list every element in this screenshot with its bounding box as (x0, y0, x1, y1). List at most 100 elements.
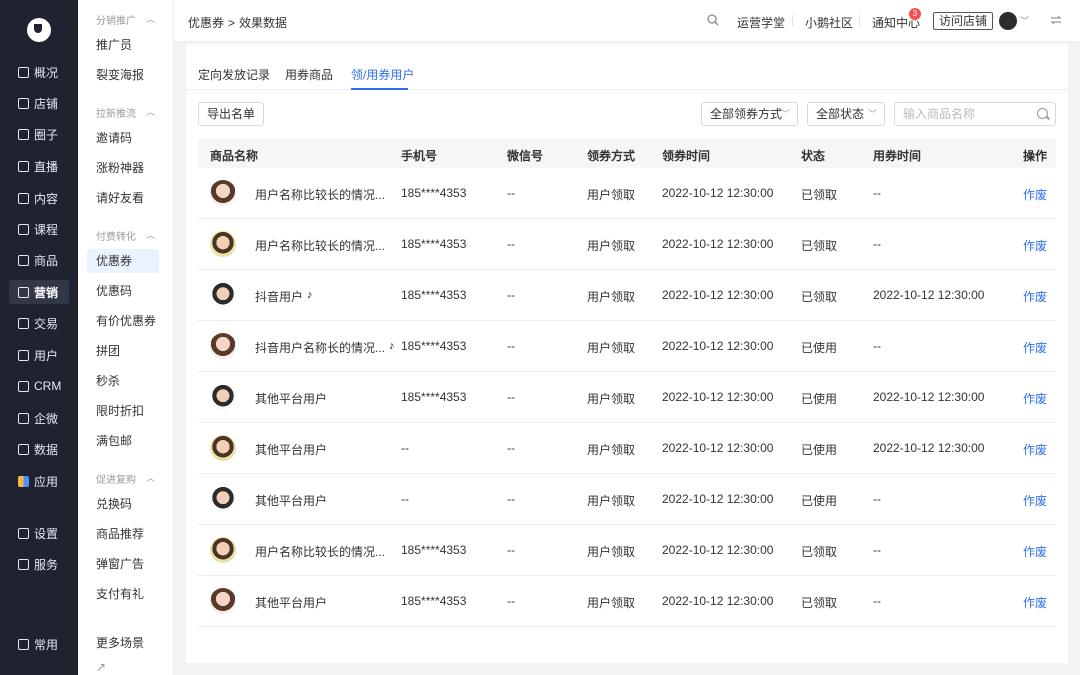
cell-phone: 185****4353 (401, 339, 466, 353)
academy-link[interactable]: 运营学堂 (737, 14, 785, 31)
void-button[interactable]: 作废 (1023, 594, 1047, 611)
submenu-item[interactable]: 支付有礼 (87, 582, 159, 606)
search-icon[interactable] (707, 14, 719, 26)
void-button[interactable]: 作废 (1023, 492, 1047, 509)
void-button[interactable]: 作废 (1023, 441, 1047, 458)
void-button[interactable]: 作废 (1023, 339, 1047, 356)
chevron-down-icon[interactable]: ﹀ (1020, 14, 1029, 27)
breadcrumb-coupon[interactable]: 优惠券 (188, 16, 224, 30)
rail-item-crm[interactable]: CRM (9, 374, 69, 398)
tab-coupon-users[interactable]: 领/用券用户 (351, 66, 414, 83)
submenu-item[interactable]: 限时折扣 (87, 399, 159, 423)
cell-time: 2022-10-12 12:30:00 (662, 390, 773, 404)
rail-item-content[interactable]: 内容 (9, 186, 69, 210)
cell-text: 用户领取 (587, 341, 636, 355)
cell-text: -- (507, 339, 515, 353)
cell-text: -- (873, 594, 881, 608)
void-button[interactable]: 作废 (1023, 288, 1047, 305)
cell-phone: 185****4353 (401, 186, 466, 200)
cell-method: 用户领取 (587, 339, 635, 356)
submenu-item[interactable]: 拼团 (87, 339, 159, 363)
rail-item-apps[interactable]: 应用 (9, 469, 69, 493)
submenu-group-title[interactable]: 促进复购 ︿ (96, 471, 155, 486)
rail-item-data[interactable]: 数据 (9, 437, 69, 461)
search-icon[interactable] (1037, 108, 1048, 119)
avatar (210, 588, 236, 614)
visit-store-button[interactable]: 访问店铺 (933, 12, 994, 30)
cell-wechat: -- (507, 237, 515, 251)
cell-method: 用户领取 (587, 543, 635, 560)
logo-icon[interactable] (27, 18, 51, 42)
cell-status: 已使用 (801, 339, 837, 356)
rail-item-label: 常用 (34, 637, 59, 652)
tab-targeted-records[interactable]: 定向发放记录 (198, 66, 270, 83)
avatar (210, 231, 236, 257)
submenu-item[interactable]: 满包邮 (87, 429, 159, 453)
cell-text: 185****4353 (401, 288, 467, 302)
rail-item-settings[interactable]: 设置 (9, 521, 69, 545)
cell-text: 其他平台用户 (255, 392, 328, 406)
marketing-icon (18, 286, 29, 298)
cell-wechat: -- (507, 492, 515, 506)
submenu-item[interactable]: 推广员 (87, 33, 159, 57)
submenu-item[interactable]: 弹窗广告 (87, 552, 159, 576)
cell-text: 已使用 (801, 494, 838, 508)
submenu-item[interactable]: 秒杀 (87, 369, 159, 393)
submenu-item[interactable]: 优惠券 (87, 249, 159, 273)
submenu-item[interactable]: 优惠码 (87, 279, 159, 303)
submenu-item[interactable]: 请好友看 (87, 186, 159, 210)
cell-name: 抖音用户 (255, 288, 317, 305)
submenu-item[interactable]: 涨粉神器 (87, 156, 159, 180)
void-button[interactable]: 作废 (1023, 390, 1047, 407)
submenu-group-title[interactable]: 分销推广 ︿ (96, 12, 155, 27)
cell-time: 2022-10-12 12:30:00 (662, 186, 773, 200)
cell-time: 2022-10-12 12:30:00 (662, 492, 773, 506)
cell-text: 抖音用户名称长的情况... (255, 341, 386, 355)
submenu-group-title[interactable]: 拉新推流 ︿ (96, 105, 155, 120)
tab-coupon-goods[interactable]: 用券商品 (285, 66, 333, 83)
breadcrumb-separator: > (228, 16, 236, 30)
table-row: 抖音用户 185****4353 -- 用户领取 2022-10-12 12:30:00… (198, 270, 1056, 321)
table-row: 用户名称比较长的情况... 185****4353 -- 用户领取 2022-10-12… (198, 219, 1056, 270)
cell-method: 用户领取 (587, 237, 635, 254)
rail-item-live[interactable]: 直播 (9, 154, 69, 178)
rail-item-frequent[interactable]: 常用 (9, 632, 69, 656)
more-scenes-link[interactable]: 更多场景 ↗ (87, 631, 159, 674)
submenu-item[interactable]: 有价优惠券 (87, 309, 159, 333)
cell-used: -- (873, 543, 881, 557)
status-select[interactable]: 全部状态 ﹀ (807, 102, 885, 126)
goods-search-input[interactable]: 输入商品名称 (894, 102, 1056, 126)
user-avatar[interactable] (999, 12, 1017, 30)
submenu-group-title[interactable]: 付费转化 ︿ (96, 228, 155, 243)
void-button[interactable]: 作废 (1023, 237, 1047, 254)
rail-item-user[interactable]: 用户 (9, 343, 69, 367)
submenu-item[interactable]: 兑换码 (87, 492, 159, 516)
avatar (210, 537, 236, 563)
switch-icon[interactable] (1050, 14, 1062, 26)
rail-item-trade[interactable]: 交易 (9, 311, 69, 335)
breadcrumb: 优惠券 > 效果数据 (186, 14, 289, 31)
rail-item-wecom[interactable]: 企微 (9, 406, 69, 430)
rail-item-marketing[interactable]: 营销 (9, 280, 69, 304)
goods-icon (18, 254, 29, 266)
rail-item-service[interactable]: 服务 (9, 552, 69, 576)
rail-item-label: CRM (34, 379, 62, 393)
rail-item-circle[interactable]: 圈子 (9, 122, 69, 146)
rail-item-overview[interactable]: 概况 (9, 60, 69, 84)
void-button[interactable]: 作废 (1023, 186, 1047, 203)
export-list-button[interactable]: 导出名单 (198, 102, 264, 126)
submenu-item[interactable]: 商品推荐 (87, 522, 159, 546)
claim-method-select[interactable]: 全部领券方式 ﹀ (701, 102, 798, 126)
community-link[interactable]: 小鹅社区 (805, 14, 853, 31)
void-button[interactable]: 作废 (1023, 543, 1047, 560)
cell-phone: -- (401, 492, 409, 506)
submenu-item[interactable]: 邀请码 (87, 126, 159, 150)
rail-item-label: 概况 (34, 65, 59, 80)
submenu-item[interactable]: 裂变海报 (87, 63, 159, 87)
rail-item-goods[interactable]: 商品 (9, 248, 69, 272)
rail-item-store[interactable]: 店铺 (9, 91, 69, 115)
cell-method: 用户领取 (587, 288, 635, 305)
cell-name: 其他平台用户 (255, 594, 327, 611)
cell-text: 用户名称比较长的情况... (255, 545, 386, 559)
rail-item-course[interactable]: 课程 (9, 217, 69, 241)
